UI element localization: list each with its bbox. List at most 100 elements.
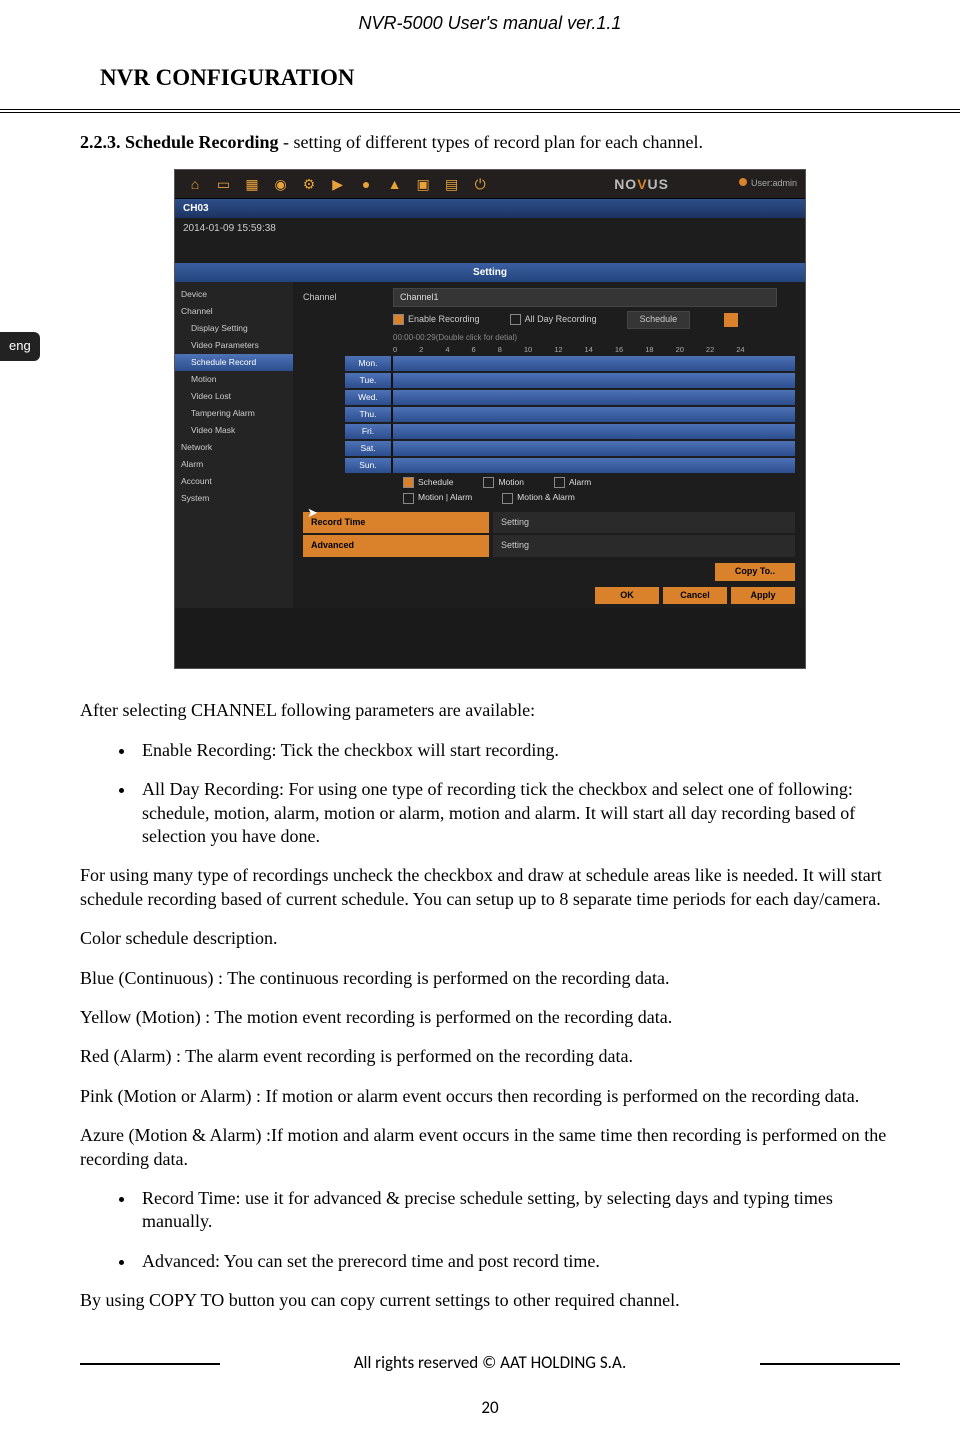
tick: 8 <box>498 345 502 355</box>
day-bar[interactable] <box>393 441 795 456</box>
day-bar[interactable] <box>393 424 795 439</box>
warning-icon[interactable]: ▲ <box>383 174 407 194</box>
brand-post: US <box>648 176 669 192</box>
sidebar-item-network[interactable]: Network <box>175 439 293 456</box>
advanced-button[interactable]: Setting <box>493 535 795 557</box>
sidebar-item-motion[interactable]: Motion <box>175 371 293 388</box>
sidebar-item-video-mask[interactable]: Video Mask <box>175 422 293 439</box>
ok-button[interactable]: OK <box>595 587 659 605</box>
language-tab[interactable]: eng <box>0 332 40 361</box>
channel-value: Channel1 <box>400 292 439 304</box>
tick: 22 <box>706 345 714 355</box>
sidebar-item-tampering[interactable]: Tampering Alarm <box>175 405 293 422</box>
sidebar-item-schedule-record[interactable]: Schedule Record <box>175 354 293 371</box>
footer: All rights reserved © AAT HOLDING S.A. <box>80 1352 900 1374</box>
all-day-mode-select[interactable]: Schedule <box>627 311 691 329</box>
day-label: Fri. <box>345 424 393 439</box>
sidebar: Device Channel Display Setting Video Par… <box>175 282 293 609</box>
section-title: NVR CONFIGURATION <box>100 63 900 93</box>
sidebar-item-device[interactable]: Device <box>175 286 293 303</box>
section-rule <box>0 109 960 113</box>
paragraph: Red (Alarm) : The alarm event recording … <box>80 1045 900 1068</box>
channel-label: Channel <box>303 292 393 304</box>
paragraph: Pink (Motion or Alarm) : If motion or al… <box>80 1085 900 1108</box>
sidebar-item-display[interactable]: Display Setting <box>175 320 293 337</box>
intro-bold: 2.2.3. Schedule Recording <box>80 132 279 152</box>
day-label: Sun. <box>345 458 393 473</box>
list-item: Advanced: You can set the prerecord time… <box>136 1250 900 1273</box>
day-label: Wed. <box>345 390 393 405</box>
record-time-label: Record Time <box>303 512 489 534</box>
list-item: Record Time: use it for advanced & preci… <box>136 1187 900 1234</box>
tick: 14 <box>585 345 593 355</box>
gear-icon[interactable]: ⚙ <box>297 174 321 194</box>
schedule-grid[interactable]: 0 2 4 6 8 10 12 14 16 18 20 22 2 <box>345 345 795 473</box>
legend-row2: Motion | Alarm Motion & Alarm <box>403 492 795 503</box>
topbar-icons: ⌂ ▭ ▦ ◉ ⚙ ▶ ● ▲ ▣ ▤ ⏻ <box>183 174 494 194</box>
setting-header: Setting <box>175 263 805 282</box>
legend-label: Alarm <box>569 477 591 487</box>
channel-select[interactable]: Channel1 <box>393 288 777 308</box>
paragraph: For using many type of recordings unchec… <box>80 864 900 911</box>
sidebar-item-video-params[interactable]: Video Parameters <box>175 337 293 354</box>
tick: 0 <box>393 345 397 355</box>
sidebar-item-video-lost[interactable]: Video Lost <box>175 388 293 405</box>
all-day-dropdown-icon[interactable] <box>724 313 738 327</box>
paragraph: Color schedule description. <box>80 927 900 950</box>
quad-icon[interactable]: ▦ <box>240 174 264 194</box>
legend-motion-and-alarm: Motion & Alarm <box>502 492 575 503</box>
day-label: Sat. <box>345 441 393 456</box>
page-number: 20 <box>80 1397 900 1419</box>
tick: 10 <box>524 345 532 355</box>
day-bar[interactable] <box>393 356 795 371</box>
day-bar[interactable] <box>393 407 795 422</box>
camera-icon[interactable]: ▣ <box>411 174 435 194</box>
advanced-label: Advanced <box>303 535 489 557</box>
schedule-ticks: 0 2 4 6 8 10 12 14 16 18 20 22 2 <box>393 345 795 355</box>
tick: 12 <box>554 345 562 355</box>
brand-pre: NO <box>614 176 637 192</box>
sidebar-item-channel[interactable]: Channel <box>175 303 293 320</box>
tick: 20 <box>676 345 684 355</box>
intro-rest: - setting of different types of record p… <box>279 132 704 152</box>
day-bar[interactable] <box>393 373 795 388</box>
day-bar[interactable] <box>393 458 795 473</box>
legend-label: Schedule <box>418 477 453 487</box>
embedded-screenshot: ⌂ ▭ ▦ ◉ ⚙ ▶ ● ▲ ▣ ▤ ⏻ NOVUS User:admin C… <box>174 169 806 670</box>
enable-recording-label: Enable Recording <box>408 314 480 324</box>
paragraph: Blue (Continuous) : The continuous recor… <box>80 967 900 990</box>
day-label: Thu. <box>345 407 393 422</box>
power-icon[interactable]: ⏻ <box>468 174 492 194</box>
rec-icon[interactable]: ● <box>354 174 378 194</box>
list-item: All Day Recording: For using one type of… <box>136 778 900 848</box>
intro-line: 2.2.3. Schedule Recording - setting of d… <box>80 131 900 154</box>
bear-icon[interactable]: ◉ <box>269 174 293 194</box>
legend-label: Motion & Alarm <box>517 492 575 502</box>
day-label: Mon. <box>345 356 393 371</box>
day-label: Tue. <box>345 373 393 388</box>
monitor-icon[interactable]: ▭ <box>212 174 236 194</box>
tick: 16 <box>615 345 623 355</box>
legend-alarm: Alarm <box>554 477 591 488</box>
sidebar-item-alarm[interactable]: Alarm <box>175 456 293 473</box>
copy-to-button[interactable]: Copy To.. <box>715 563 795 581</box>
cancel-button[interactable]: Cancel <box>663 587 727 605</box>
enable-recording-checkbox[interactable]: Enable Recording <box>393 314 480 326</box>
record-time-button[interactable]: Setting <box>493 512 795 534</box>
tick: 2 <box>419 345 423 355</box>
legend-schedule: Schedule <box>403 477 453 488</box>
apply-button[interactable]: Apply <box>731 587 795 605</box>
all-day-checkbox[interactable]: All Day Recording <box>510 314 597 326</box>
settings-panel: Channel Channel1 Enable Recording All Da… <box>293 282 805 609</box>
topbar: ⌂ ▭ ▦ ◉ ⚙ ▶ ● ▲ ▣ ▤ ⏻ NOVUS User:admin <box>175 170 805 199</box>
sidebar-item-account[interactable]: Account <box>175 473 293 490</box>
play-icon[interactable]: ▶ <box>326 174 350 194</box>
legend: Schedule Motion Alarm <box>403 477 795 488</box>
screenshot-empty-area <box>175 608 805 668</box>
brand-logo: NOVUS <box>614 175 669 193</box>
paragraph: Azure (Motion & Alarm) :If motion and al… <box>80 1124 900 1171</box>
sidebar-item-system[interactable]: System <box>175 490 293 507</box>
home-icon[interactable]: ⌂ <box>183 174 207 194</box>
day-bar[interactable] <box>393 390 795 405</box>
folder-icon[interactable]: ▤ <box>440 174 464 194</box>
